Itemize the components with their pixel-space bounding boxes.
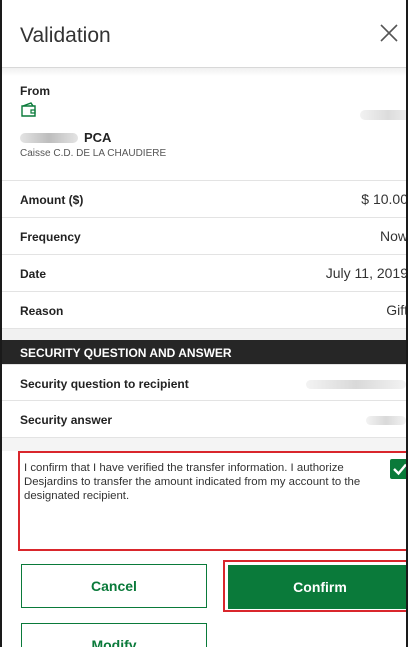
detail-row-frequency: Frequency Now bbox=[2, 217, 408, 254]
detail-value: July 11, 2019 bbox=[325, 265, 408, 281]
consent-text: I confirm that I have verified the trans… bbox=[24, 462, 361, 502]
masked-security-question bbox=[306, 380, 406, 389]
detail-value: $ 10.00 bbox=[361, 191, 408, 207]
wallet-icon bbox=[21, 102, 36, 117]
consent-box: I confirm that I have verified the trans… bbox=[18, 451, 406, 551]
security-section-header: SECURITY QUESTION AND ANSWER bbox=[2, 340, 406, 364]
masked-balance bbox=[360, 110, 406, 120]
detail-row-amount: Amount ($) $ 10.00 bbox=[2, 180, 408, 217]
security-question-label: Security question to recipient bbox=[20, 377, 189, 391]
from-account-section: From PCA Caisse C.D. DE LA CHAUDIERE bbox=[20, 84, 406, 159]
security-question-row: Security question to recipient bbox=[2, 364, 406, 401]
institution-name: Caisse C.D. DE LA CHAUDIERE bbox=[20, 148, 167, 159]
detail-key: Amount ($) bbox=[20, 193, 84, 207]
header-shadow bbox=[2, 68, 406, 76]
masked-account-number bbox=[20, 132, 78, 143]
section-spacer bbox=[2, 328, 406, 340]
masked-security-answer bbox=[366, 416, 406, 425]
detail-value: Gift bbox=[386, 302, 408, 318]
security-answer-row: Security answer bbox=[2, 400, 406, 437]
security-heading: SECURITY QUESTION AND ANSWER bbox=[20, 346, 232, 360]
detail-row-date: Date July 11, 2019 bbox=[2, 254, 408, 291]
consent-spacer bbox=[2, 437, 406, 451]
detail-row-reason: Reason Gift bbox=[2, 291, 408, 328]
from-label: From bbox=[20, 84, 50, 98]
consent-checkbox[interactable] bbox=[390, 459, 406, 479]
dialog-header: Validation bbox=[2, 0, 406, 68]
detail-value: Now bbox=[379, 228, 408, 244]
from-account-name: PCA bbox=[20, 130, 111, 145]
close-icon[interactable] bbox=[376, 20, 402, 46]
validation-dialog: Validation From PCA Caisse C.D. DE LA CH… bbox=[0, 0, 408, 647]
confirm-button-highlight: Confirm bbox=[223, 560, 406, 612]
checkmark-icon bbox=[393, 463, 406, 476]
detail-key: Reason bbox=[20, 304, 64, 318]
account-suffix: PCA bbox=[84, 130, 112, 145]
detail-key: Frequency bbox=[20, 230, 81, 244]
modify-button[interactable]: Modify bbox=[21, 623, 207, 647]
cancel-button[interactable]: Cancel bbox=[21, 564, 207, 608]
security-answer-label: Security answer bbox=[20, 413, 113, 427]
detail-key: Date bbox=[20, 267, 47, 281]
confirm-button[interactable]: Confirm bbox=[228, 565, 406, 609]
dialog-title: Validation bbox=[20, 24, 111, 47]
